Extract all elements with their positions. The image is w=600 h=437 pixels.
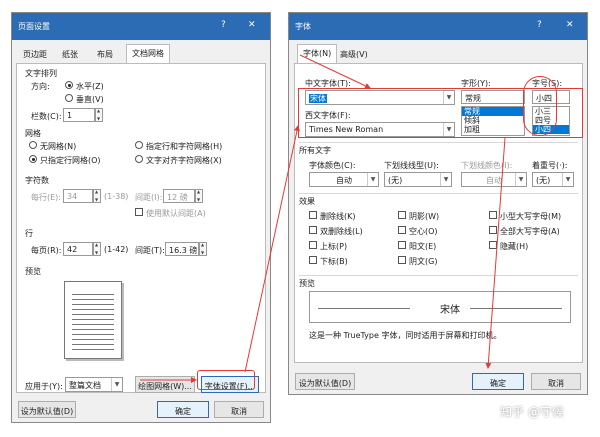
watermark: 知乎 @守候 [500,405,564,419]
annotation-arrows [140,54,506,383]
arrow-to-font-tab [299,54,371,89]
arrow-to-font-box [244,125,300,373]
arrow-to-ok [485,137,506,369]
